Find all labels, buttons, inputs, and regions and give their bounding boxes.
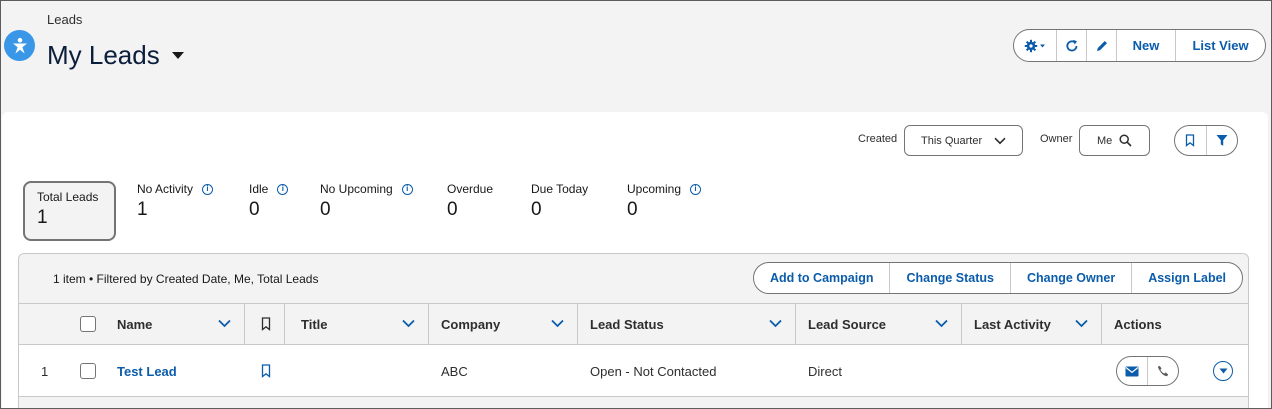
chevron-down-icon[interactable] — [935, 319, 948, 328]
page-header: Leads My Leads New List View — [0, 0, 1272, 112]
metric-label: Idle — [249, 182, 269, 196]
header-button-group: New List View — [1013, 29, 1266, 62]
call-button[interactable] — [1147, 357, 1178, 385]
owner-filter-input[interactable]: Me — [1079, 125, 1150, 156]
row-action-buttons — [1116, 356, 1179, 386]
page-title-wrapper[interactable]: My Leads — [47, 40, 184, 71]
created-filter-value: This Quarter — [921, 134, 983, 147]
metric-label: Overdue — [447, 182, 494, 196]
metric-idle[interactable]: Idle i 0 — [249, 182, 289, 221]
lead-company-cell: ABC — [441, 363, 468, 379]
phone-icon — [1157, 365, 1169, 377]
bookmark-icon[interactable] — [261, 364, 271, 378]
chevron-down-icon[interactable] — [218, 319, 231, 328]
leads-app-icon — [4, 30, 35, 61]
list-action-buttons: Add to Campaign Change Status Change Own… — [753, 262, 1243, 294]
search-icon — [1119, 134, 1132, 147]
metric-total-leads[interactable]: Total Leads 1 — [23, 181, 116, 241]
table-row: 1 Test Lead ABC Open - Not Contacted Dir… — [19, 345, 1248, 397]
row-checkbox[interactable] — [80, 363, 96, 379]
pencil-icon — [1096, 40, 1107, 51]
column-header-name[interactable]: Name — [117, 304, 152, 344]
column-header-lead-source[interactable]: Lead Source — [808, 304, 886, 344]
metric-value: 0 — [627, 199, 638, 220]
info-icon[interactable]: i — [690, 183, 702, 195]
created-filter-label: Created — [858, 133, 898, 145]
metric-value: 0 — [320, 199, 331, 220]
chevron-down-icon — [994, 137, 1006, 145]
view-toggle-group — [1174, 125, 1238, 156]
metric-value: 0 — [531, 199, 542, 220]
filter-button[interactable] — [1205, 126, 1238, 155]
info-icon[interactable]: i — [277, 183, 289, 195]
chevron-down-icon — [1219, 368, 1227, 374]
column-header-company[interactable]: Company — [441, 304, 500, 344]
saved-labels-button[interactable] — [1175, 126, 1206, 155]
breadcrumb: Leads — [47, 12, 83, 27]
list-info-text: 1 item • Filtered by Created Date, Me, T… — [53, 272, 319, 286]
lead-name-link[interactable]: Test Lead — [117, 364, 177, 379]
list-switcher-caret-icon[interactable] — [171, 52, 184, 59]
change-owner-button[interactable]: Change Owner — [1009, 263, 1131, 293]
metric-value: 1 — [37, 207, 48, 228]
column-header-last-activity[interactable]: Last Activity — [974, 304, 1051, 344]
row-number: 1 — [41, 363, 49, 379]
table-header: Name Title Company Lead Status Lead Sour… — [19, 303, 1248, 345]
lead-status-cell: Open - Not Contacted — [590, 363, 717, 379]
chevron-down-icon[interactable] — [1075, 319, 1088, 328]
refresh-icon — [1065, 39, 1077, 51]
bookmark-icon[interactable] — [261, 317, 271, 331]
leads-card: Created This Quarter Owner Me Total Lead… — [2, 112, 1268, 409]
metric-no-upcoming[interactable]: No Upcoming i 0 — [320, 182, 413, 221]
page-title: My Leads — [47, 40, 160, 70]
metric-due-today[interactable]: Due Today 0 — [531, 182, 588, 221]
bookmark-icon — [1186, 134, 1195, 147]
gear-icon — [1024, 39, 1045, 52]
metric-label: Total Leads — [37, 190, 99, 204]
row-menu-button[interactable] — [1213, 361, 1233, 381]
owner-filter-value: Me — [1097, 134, 1113, 147]
send-email-button[interactable] — [1117, 357, 1147, 385]
metric-value: 0 — [447, 199, 458, 220]
leads-list: 1 item • Filtered by Created Date, Me, T… — [18, 253, 1249, 409]
metric-no-activity[interactable]: No Activity i 1 — [137, 182, 214, 221]
select-all-checkbox[interactable] — [80, 316, 96, 332]
metric-upcoming[interactable]: Upcoming i 0 — [627, 182, 702, 221]
metric-label: Due Today — [531, 182, 589, 196]
metric-label: No Upcoming — [320, 182, 393, 196]
metric-label: Upcoming — [627, 182, 682, 196]
change-status-button[interactable]: Change Status — [889, 263, 1010, 293]
column-header-lead-status[interactable]: Lead Status — [590, 304, 664, 344]
filter-icon — [1216, 135, 1228, 146]
lead-source-cell: Direct — [808, 363, 842, 379]
metric-value: 1 — [137, 199, 148, 220]
column-header-title[interactable]: Title — [301, 304, 328, 344]
add-to-campaign-button[interactable]: Add to Campaign — [754, 263, 889, 293]
created-filter-select[interactable]: This Quarter — [904, 125, 1023, 156]
metric-value: 0 — [249, 199, 260, 220]
info-icon[interactable]: i — [401, 183, 413, 195]
info-icon[interactable]: i — [202, 183, 214, 195]
owner-filter-label: Owner — [1040, 133, 1073, 145]
edit-button[interactable] — [1086, 30, 1116, 61]
settings-menu-button[interactable] — [1014, 30, 1056, 61]
metric-overdue[interactable]: Overdue 0 — [447, 182, 493, 221]
email-icon — [1125, 366, 1139, 376]
chevron-down-icon[interactable] — [402, 319, 415, 328]
chevron-down-icon[interactable] — [769, 319, 782, 328]
metric-label: No Activity — [137, 182, 194, 196]
column-header-actions: Actions — [1114, 316, 1162, 332]
assign-label-button[interactable]: Assign Label — [1131, 263, 1242, 293]
new-button[interactable]: New — [1116, 30, 1175, 61]
chevron-down-icon[interactable] — [551, 319, 564, 328]
list-view-button[interactable]: List View — [1175, 30, 1265, 61]
refresh-button[interactable] — [1056, 30, 1086, 61]
